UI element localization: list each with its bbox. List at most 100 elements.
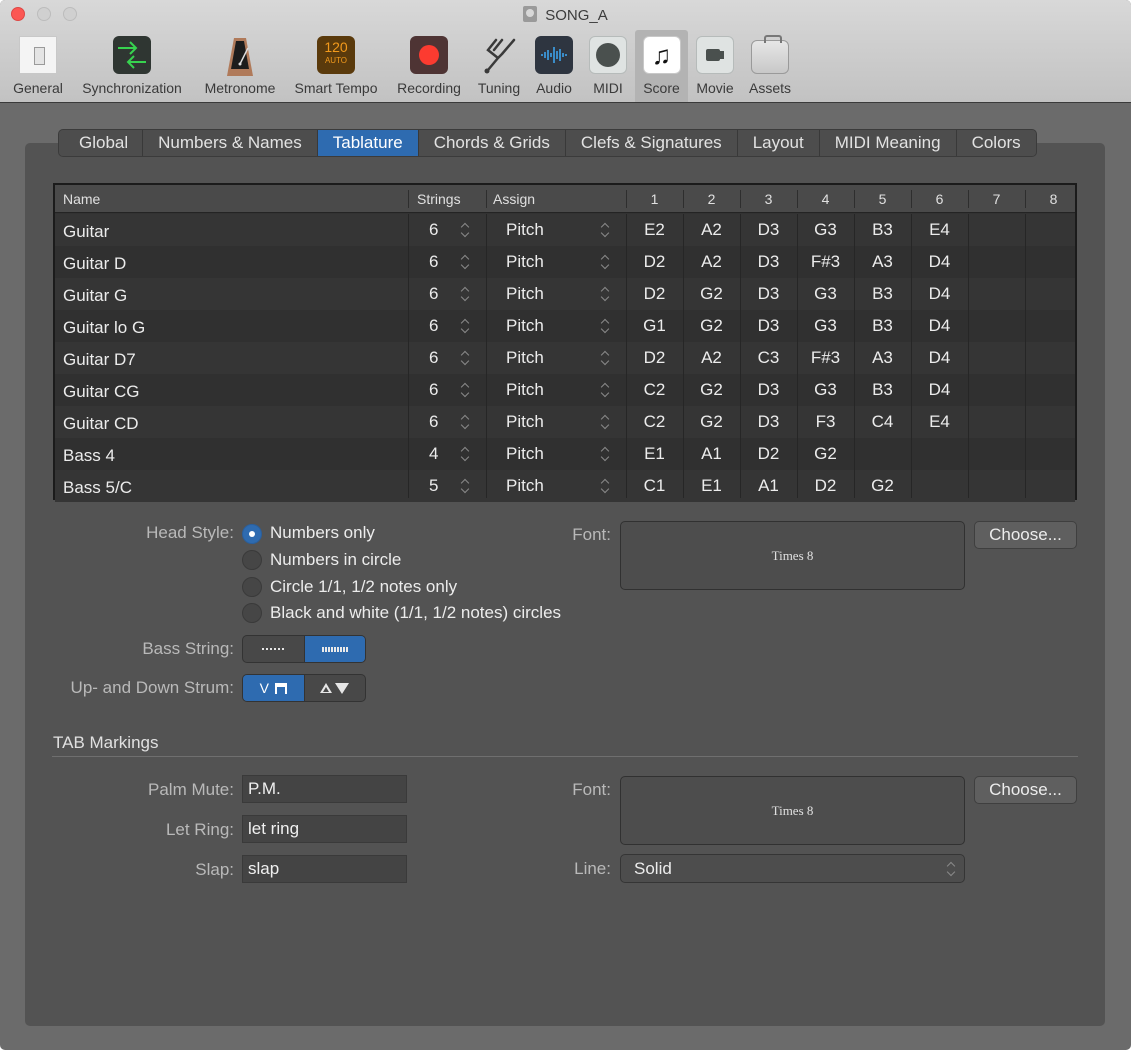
string-tuning-cell[interactable]: D4	[911, 310, 968, 342]
string-tuning-cell[interactable]	[1025, 246, 1082, 278]
string-tuning-cell[interactable]	[968, 342, 1025, 374]
string-tuning-cell[interactable]: E1	[683, 470, 740, 502]
radio-label[interactable]: Circle 1/1, 1/2 notes only	[270, 577, 457, 597]
strings-stepper-icon[interactable]	[461, 351, 470, 365]
assign-value[interactable]: Pitch	[506, 278, 544, 310]
string-tuning-cell[interactable]: E2	[626, 214, 683, 246]
string-tuning-cell[interactable]	[1025, 470, 1082, 502]
string-tuning-cell[interactable]: F3	[797, 406, 854, 438]
header-name[interactable]: Name	[63, 185, 100, 213]
string-tuning-cell[interactable]: C3	[740, 342, 797, 374]
toolbar-tuning[interactable]: Tuning	[473, 30, 525, 102]
strum-v-bracket-option[interactable]: V	[243, 675, 304, 701]
table-row[interactable]: Guitar D 6 Pitch D2 A2 D3 F#3 A3 D4	[55, 246, 1075, 278]
string-tuning-cell[interactable]: D4	[911, 278, 968, 310]
string-tuning-cell[interactable]: G2	[797, 438, 854, 470]
string-tuning-cell[interactable]: A1	[683, 438, 740, 470]
string-tuning-cell[interactable]	[968, 406, 1025, 438]
string-tuning-cell[interactable]	[1025, 438, 1082, 470]
string-tuning-cell[interactable]	[1025, 406, 1082, 438]
string-tuning-cell[interactable]: G3	[797, 214, 854, 246]
string-tuning-cell[interactable]: F#3	[797, 246, 854, 278]
table-row[interactable]: Bass 4 4 Pitch E1 A1 D2 G2	[55, 438, 1075, 470]
assign-popup-chevron-icon[interactable]	[601, 223, 610, 237]
assign-value[interactable]: Pitch	[506, 310, 544, 342]
strings-value[interactable]: 6	[429, 246, 438, 278]
string-tuning-cell[interactable]: G3	[797, 374, 854, 406]
assign-popup-chevron-icon[interactable]	[601, 319, 610, 333]
table-row[interactable]: Guitar 6 Pitch E2 A2 D3 G3 B3 E4	[55, 214, 1075, 246]
table-row[interactable]: Guitar CD 6 Pitch C2 G2 D3 F3 C4 E4	[55, 406, 1075, 438]
string-tuning-cell[interactable]: B3	[854, 374, 911, 406]
slap-input[interactable]: slap	[242, 855, 407, 883]
string-tuning-cell[interactable]: C2	[626, 406, 683, 438]
instrument-name[interactable]: Guitar D	[63, 248, 126, 280]
toolbar-midi[interactable]: MIDI	[584, 30, 632, 102]
string-tuning-cell[interactable]: G2	[683, 310, 740, 342]
string-tuning-cell[interactable]: A2	[683, 214, 740, 246]
string-tuning-cell[interactable]: A1	[740, 470, 797, 502]
palm-mute-input[interactable]: P.M.	[242, 775, 407, 803]
string-tuning-cell[interactable]	[968, 374, 1025, 406]
bass-string-thick-option[interactable]	[303, 636, 365, 662]
strings-stepper-icon[interactable]	[461, 479, 470, 493]
radio-label[interactable]: Black and white (1/1, 1/2 notes) circles	[270, 603, 561, 623]
instrument-name[interactable]: Bass 4	[63, 440, 115, 472]
string-tuning-cell[interactable]: G2	[683, 278, 740, 310]
toolbar-audio[interactable]: Audio	[530, 30, 578, 102]
strings-value[interactable]: 6	[429, 342, 438, 374]
instrument-name[interactable]: Guitar lo G	[63, 312, 145, 344]
strum-triangles-option[interactable]	[303, 675, 366, 701]
strings-stepper-icon[interactable]	[461, 383, 470, 397]
tab-midi-meaning[interactable]: MIDI Meaning	[819, 130, 957, 156]
string-tuning-cell[interactable]: C1	[626, 470, 683, 502]
toolbar-smart-tempo[interactable]: 120 AUTO Smart Tempo	[288, 30, 384, 102]
strings-value[interactable]: 4	[429, 438, 438, 470]
string-tuning-cell[interactable]: C4	[854, 406, 911, 438]
toolbar-general[interactable]: General	[8, 30, 68, 102]
string-tuning-cell[interactable]: D2	[626, 246, 683, 278]
string-tuning-cell[interactable]: D2	[740, 438, 797, 470]
strings-value[interactable]: 6	[429, 278, 438, 310]
string-tuning-cell[interactable]	[1025, 342, 1082, 374]
assign-value[interactable]: Pitch	[506, 214, 544, 246]
table-row[interactable]: Guitar lo G 6 Pitch G1 G2 D3 G3 B3 D4	[55, 310, 1075, 342]
toolbar-recording[interactable]: Recording	[391, 30, 467, 102]
instrument-name[interactable]: Guitar CD	[63, 408, 139, 440]
tab-colors[interactable]: Colors	[956, 130, 1036, 156]
string-tuning-cell[interactable]: G3	[797, 278, 854, 310]
table-row[interactable]: Guitar D7 6 Pitch D2 A2 C3 F#3 A3 D4	[55, 342, 1075, 374]
instrument-name[interactable]: Guitar G	[63, 280, 127, 312]
assign-popup-chevron-icon[interactable]	[601, 415, 610, 429]
line-style-select[interactable]: Solid	[620, 854, 965, 883]
tab-clefs-signatures[interactable]: Clefs & Signatures	[565, 130, 738, 156]
string-tuning-cell[interactable]	[1025, 310, 1082, 342]
toolbar-metronome[interactable]: Metronome	[198, 30, 282, 102]
string-tuning-cell[interactable]: D2	[797, 470, 854, 502]
string-tuning-cell[interactable]: D2	[626, 342, 683, 374]
strings-stepper-icon[interactable]	[461, 415, 470, 429]
radio-numbers-in-circle[interactable]	[242, 550, 262, 570]
string-tuning-cell[interactable]: A3	[854, 246, 911, 278]
tab-tablature[interactable]: Tablature	[317, 130, 419, 156]
toolbar-movie[interactable]: Movie	[691, 30, 739, 102]
string-tuning-cell[interactable]: D3	[740, 310, 797, 342]
string-tuning-cell[interactable]	[854, 438, 911, 470]
bass-string-thin-option[interactable]	[243, 636, 304, 662]
strings-value[interactable]: 6	[429, 374, 438, 406]
string-tuning-cell[interactable]: G2	[854, 470, 911, 502]
assign-value[interactable]: Pitch	[506, 342, 544, 374]
string-tuning-cell[interactable]	[911, 470, 968, 502]
strings-value[interactable]: 6	[429, 214, 438, 246]
tab-font-choose-button[interactable]: Choose...	[974, 776, 1077, 804]
instrument-name[interactable]: Guitar CG	[63, 376, 140, 408]
strings-stepper-icon[interactable]	[461, 447, 470, 461]
string-tuning-cell[interactable]	[968, 246, 1025, 278]
assign-value[interactable]: Pitch	[506, 246, 544, 278]
instrument-name[interactable]: Bass 5/C	[63, 472, 132, 504]
radio-label[interactable]: Numbers in circle	[270, 550, 401, 570]
string-tuning-cell[interactable]	[911, 438, 968, 470]
strings-stepper-icon[interactable]	[461, 223, 470, 237]
assign-popup-chevron-icon[interactable]	[601, 383, 610, 397]
string-tuning-cell[interactable]: C2	[626, 374, 683, 406]
